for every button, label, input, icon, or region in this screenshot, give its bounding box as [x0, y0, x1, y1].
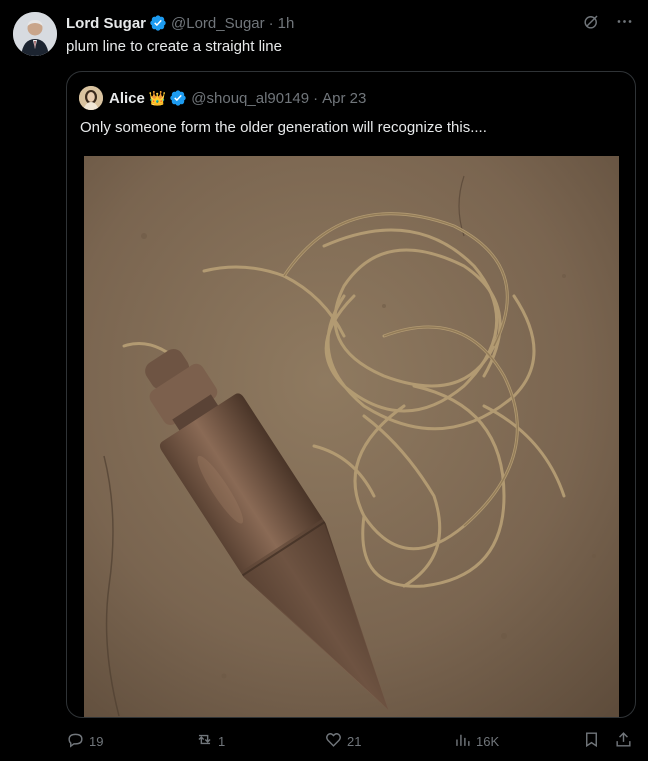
verified-badge-icon — [149, 14, 167, 32]
like-count: 21 — [347, 733, 362, 749]
author-name[interactable]: Lord Sugar — [66, 15, 146, 32]
author-handle[interactable]: @Lord_Sugar — [171, 15, 265, 32]
separator-dot: · — [268, 14, 274, 32]
author-avatar[interactable] — [13, 12, 57, 56]
reply-count: 19 — [89, 733, 104, 749]
quote-author-avatar — [79, 86, 103, 110]
separator-dot: · — [313, 89, 319, 107]
share-button[interactable] — [614, 730, 633, 752]
repost-icon — [195, 730, 214, 752]
views-button[interactable]: 16K — [453, 730, 499, 752]
quote-text: Only someone form the older generation w… — [80, 119, 487, 136]
tweet-text: plum line to create a straight line — [66, 38, 282, 55]
quote-date[interactable]: Apr 23 — [322, 90, 366, 107]
quote-author-handle[interactable]: @shouq_al90149 — [191, 90, 309, 107]
grok-icon[interactable] — [582, 12, 601, 36]
views-count: 16K — [476, 733, 500, 749]
share-icon — [614, 730, 633, 752]
quote-header: Alice 👑 @shouq_al90149 · Apr 23 — [79, 86, 366, 110]
crown-badge: 👑 — [148, 89, 167, 106]
tweet-top-actions — [582, 12, 634, 36]
repost-button[interactable]: 1 — [195, 730, 225, 752]
verified-badge-icon — [169, 89, 187, 107]
bar-chart-icon — [453, 730, 472, 752]
bookmark-icon — [582, 730, 601, 752]
tweet-header: Lord Sugar @Lord_Sugar · 1h — [66, 12, 294, 34]
tweet-time[interactable]: 1h — [278, 15, 295, 32]
quoted-tweet[interactable]: Alice 👑 @shouq_al90149 · Apr 23 Only som… — [66, 71, 636, 718]
tweet-action-bar: 19 1 21 16K — [66, 730, 636, 756]
reply-icon — [66, 730, 85, 752]
heart-icon — [324, 730, 343, 752]
quote-author-name[interactable]: Alice — [109, 90, 145, 107]
bookmark-button[interactable] — [582, 730, 601, 752]
reply-button[interactable]: 19 — [66, 730, 103, 752]
repost-count: 1 — [218, 733, 226, 749]
quote-media-image[interactable] — [84, 156, 619, 717]
like-button[interactable]: 21 — [324, 730, 361, 752]
more-icon[interactable] — [615, 12, 634, 36]
